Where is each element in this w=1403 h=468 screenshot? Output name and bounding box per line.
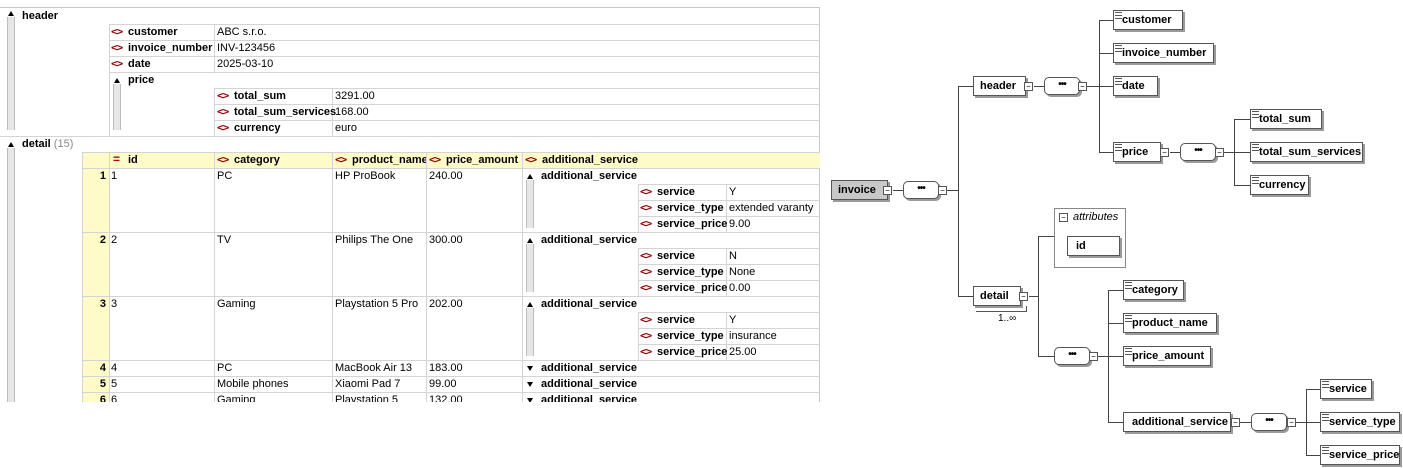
collapse-icon[interactable]: − xyxy=(1089,352,1098,361)
schema-node-service-type[interactable]: service_type xyxy=(1320,412,1400,432)
schema-node-label: invoice_number xyxy=(1122,47,1207,59)
schema-node-detail[interactable]: detail xyxy=(973,286,1021,306)
schema-node-date[interactable]: date xyxy=(1113,76,1158,96)
element-lines-icon xyxy=(1115,144,1122,151)
schema-node-label: service_price xyxy=(1329,449,1400,461)
schema-node-label: category xyxy=(1132,284,1178,296)
schema-node-service-price[interactable]: service_price xyxy=(1320,445,1400,465)
schema-node-label: detail xyxy=(980,290,1009,302)
schema-node-product-name[interactable]: product_name xyxy=(1123,313,1217,333)
element-lines-icon xyxy=(1322,381,1329,388)
schema-node-label: service xyxy=(1329,383,1367,395)
multi-occurrence-shadow xyxy=(976,306,1027,312)
schema-node-label: currency xyxy=(1259,179,1306,191)
occurrence-label: 1..∞ xyxy=(998,313,1017,324)
schema-node-service[interactable]: service xyxy=(1320,379,1372,399)
element-lines-icon xyxy=(1115,45,1122,52)
collapse-icon[interactable]: − xyxy=(883,186,892,195)
collapse-icon[interactable]: − xyxy=(1019,292,1028,301)
element-lines-icon xyxy=(1252,111,1259,118)
collapse-icon[interactable]: − xyxy=(1231,418,1240,427)
schema-node-category[interactable]: category xyxy=(1123,280,1184,300)
schema-node-label: additional_service xyxy=(1132,416,1228,428)
collapse-icon[interactable]: − xyxy=(1059,213,1068,222)
schema-attribute-id[interactable]: id xyxy=(1067,236,1120,256)
schema-node-currency[interactable]: currency xyxy=(1250,175,1309,195)
collapse-icon[interactable]: − xyxy=(1215,148,1224,157)
schema-node-label: total_sum_services xyxy=(1259,146,1362,158)
element-lines-icon xyxy=(1252,177,1259,184)
schema-node-label: product_name xyxy=(1132,317,1208,329)
element-lines-icon xyxy=(1115,78,1122,85)
sequence-icon[interactable]: ••• xyxy=(1251,413,1287,431)
schema-node-label: customer xyxy=(1122,14,1172,26)
element-lines-icon xyxy=(1252,144,1259,151)
collapse-icon[interactable]: − xyxy=(1160,148,1169,157)
collapse-icon[interactable]: − xyxy=(1287,418,1296,427)
schema-node-label: price xyxy=(1122,146,1149,158)
sequence-icon[interactable]: ••• xyxy=(1180,143,1216,161)
collapse-icon[interactable]: − xyxy=(938,186,947,195)
schema-node-label: date xyxy=(1122,80,1145,92)
element-lines-icon xyxy=(1125,315,1132,322)
element-lines-icon xyxy=(1125,282,1132,289)
collapse-icon[interactable]: − xyxy=(1078,82,1087,91)
schema-node-label: invoice xyxy=(838,184,876,196)
sequence-icon[interactable]: ••• xyxy=(1054,347,1090,365)
schema-node-total-sum[interactable]: total_sum xyxy=(1250,109,1322,129)
schema-node-label: price_amount xyxy=(1132,350,1205,362)
schema-node-additional-service[interactable]: additional_service xyxy=(1123,412,1231,432)
schema-node-label: id xyxy=(1076,240,1086,252)
sequence-icon[interactable]: ••• xyxy=(903,181,939,199)
schema-node-price-amount[interactable]: price_amount xyxy=(1123,346,1211,366)
schema-diagram: invoice − ••• − header − ••• − customer … xyxy=(0,0,1403,468)
collapse-icon[interactable]: − xyxy=(1024,82,1033,91)
schema-node-invoice[interactable]: invoice xyxy=(831,180,888,200)
element-lines-icon xyxy=(1125,348,1132,355)
element-lines-icon xyxy=(1322,447,1329,454)
schema-node-price[interactable]: price xyxy=(1113,142,1161,162)
element-lines-icon xyxy=(1115,12,1122,19)
schema-node-label: service_type xyxy=(1329,416,1396,428)
schema-node-label: header xyxy=(980,80,1017,92)
schema-node-label: total_sum xyxy=(1259,113,1311,125)
element-lines-icon xyxy=(1322,414,1329,421)
attributes-label: attributes xyxy=(1073,211,1119,223)
sequence-icon[interactable]: ••• xyxy=(1044,77,1080,95)
schema-node-invoice-number[interactable]: invoice_number xyxy=(1113,43,1214,63)
schema-node-header[interactable]: header xyxy=(973,76,1026,96)
schema-node-total-sum-services[interactable]: total_sum_services xyxy=(1250,142,1363,162)
schema-node-customer[interactable]: customer xyxy=(1113,10,1183,30)
